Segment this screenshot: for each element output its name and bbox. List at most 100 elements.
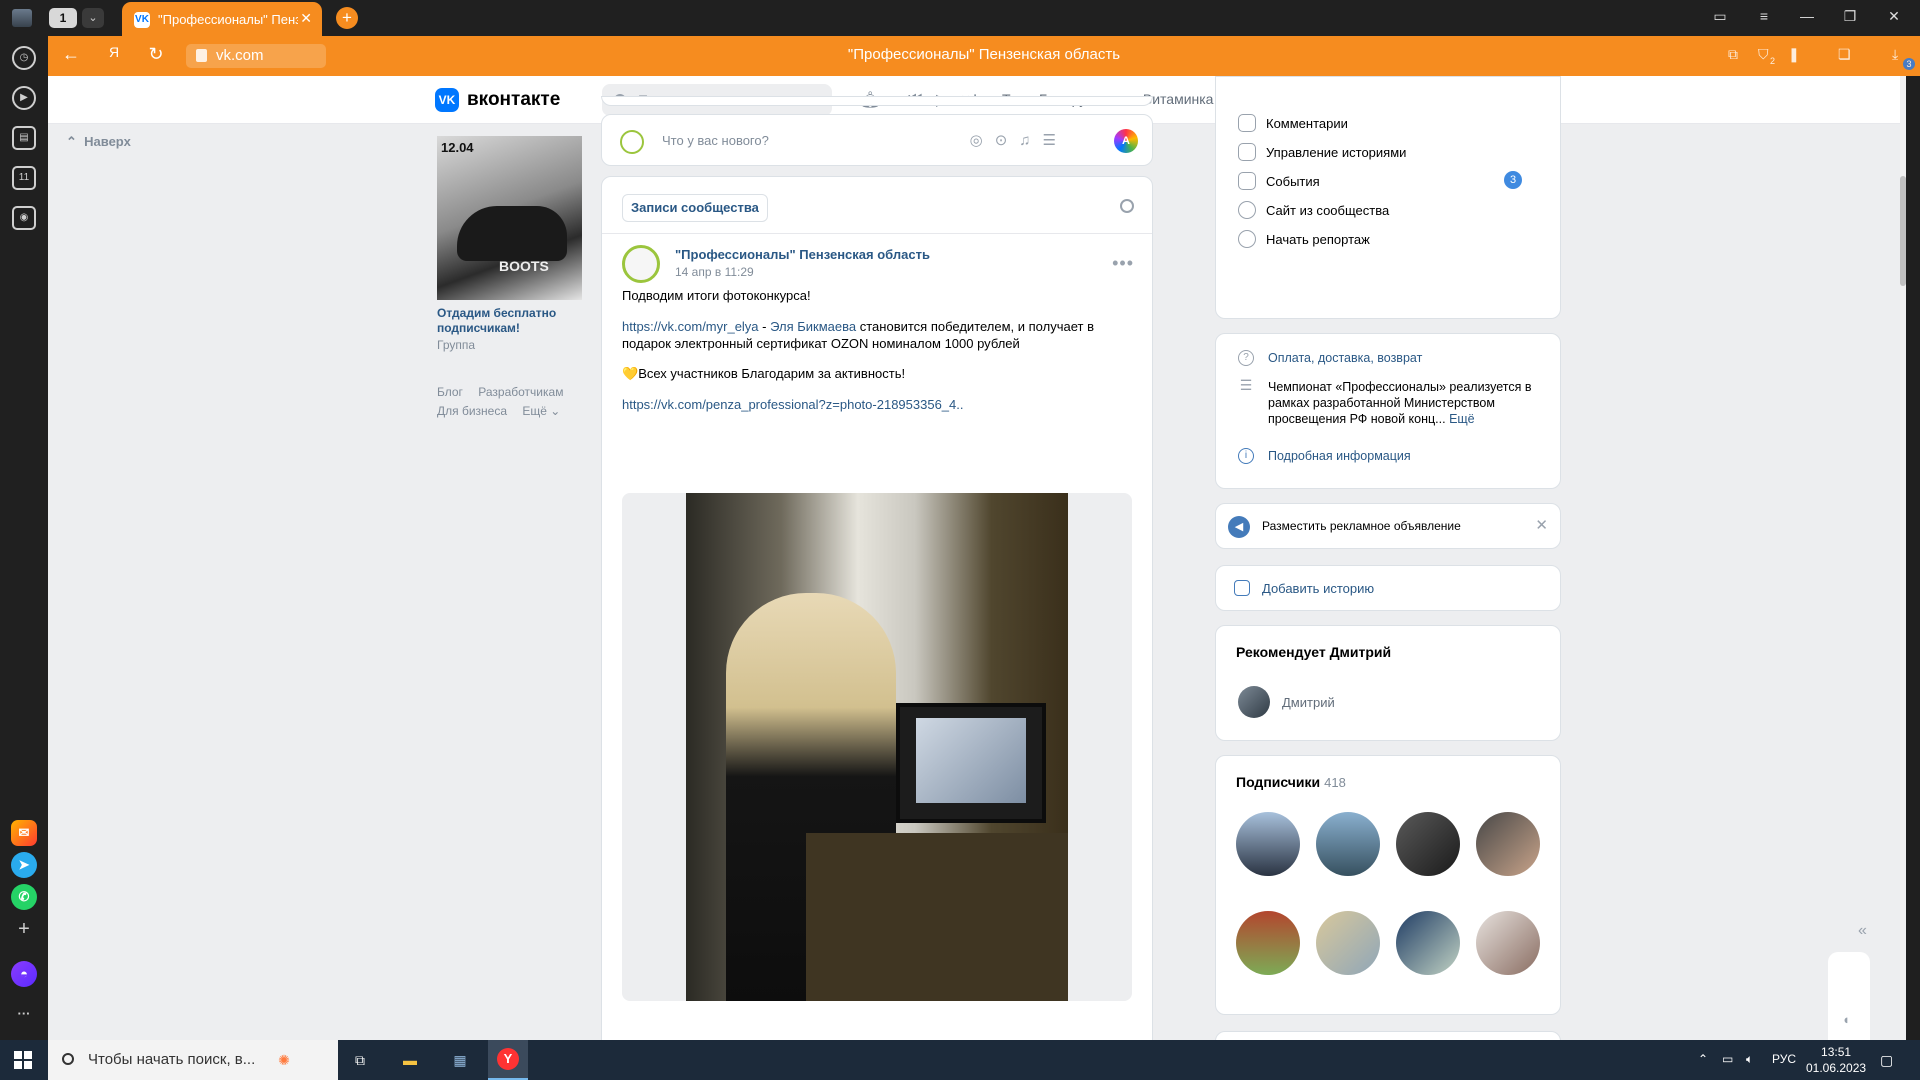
task-view-icon[interactable]: ⧉ xyxy=(348,1048,372,1072)
menu-icon[interactable]: ≡ xyxy=(1752,8,1776,24)
mail-app-icon[interactable]: ✉ xyxy=(11,820,37,846)
history-icon[interactable]: ◷ xyxy=(12,46,36,70)
create-ad-label[interactable]: Разместить рекламное объявление xyxy=(1262,519,1461,533)
translate-icon[interactable]: ⧉ xyxy=(1728,46,1738,63)
search-icon[interactable] xyxy=(1120,199,1134,213)
ad-image[interactable]: 12.04 BOOTS xyxy=(437,136,582,300)
video-icon[interactable]: ▶ xyxy=(12,86,36,110)
menu-item-comments[interactable]: Комментарии xyxy=(1238,113,1348,133)
heart-emoji-icon: 💛 xyxy=(622,366,639,381)
system-clock[interactable]: 13:51 01.06.2023 xyxy=(1806,1044,1866,1076)
floating-chat-panel[interactable]: ◖ xyxy=(1828,952,1870,1040)
reader-icon[interactable]: ❏ xyxy=(1838,46,1851,63)
tab-count-button[interactable]: 1 xyxy=(49,8,77,28)
notifications-icon[interactable]: ▢ xyxy=(1880,1052,1893,1069)
subscriber-avatar[interactable] xyxy=(1396,812,1460,876)
tray-chevron-icon[interactable]: ⌃ xyxy=(1698,1052,1708,1066)
page-scrollbar[interactable] xyxy=(1900,76,1906,1040)
more-options-icon[interactable]: ••• xyxy=(1112,253,1134,274)
menu-item-site[interactable]: Сайт из сообщества xyxy=(1238,200,1389,220)
volume-icon[interactable]: 🔈︎ xyxy=(1746,1052,1753,1067)
back-to-top-link[interactable]: ⌃ Наверх xyxy=(66,134,131,150)
footer-link-developers[interactable]: Разработчикам xyxy=(478,385,563,399)
subscriber-avatar[interactable] xyxy=(1476,911,1540,975)
bookmark-icon[interactable]: ❚ xyxy=(1788,46,1800,63)
subscribers-title[interactable]: Подписчики 418 xyxy=(1236,774,1346,790)
vk-logo-icon[interactable]: VK xyxy=(435,88,459,112)
footer-link-more[interactable]: Ещё ⌄ xyxy=(522,404,560,418)
composer-attach-icons[interactable]: ◎⊙♫☰ xyxy=(970,131,1068,149)
keyboard-language[interactable]: РУС xyxy=(1772,1052,1796,1066)
new-tab-button[interactable]: + xyxy=(336,7,358,29)
collections-icon[interactable]: ▤ xyxy=(12,126,36,150)
subscriber-avatar[interactable] xyxy=(1476,812,1540,876)
post-author-avatar[interactable] xyxy=(622,245,660,283)
vk-brand[interactable]: вконтакте xyxy=(467,89,560,111)
info-more-link[interactable]: Ещё xyxy=(1449,412,1475,426)
file-explorer-icon[interactable]: ▬ xyxy=(398,1048,422,1072)
composer-placeholder[interactable]: Что у вас нового? xyxy=(662,133,769,148)
alice-icon[interactable]: ◓ xyxy=(11,961,37,987)
footer-link-blog[interactable]: Блог xyxy=(437,385,463,399)
browser-menu-icon[interactable] xyxy=(12,9,32,27)
post-link-profile[interactable]: https://vk.com/myr_elya xyxy=(622,319,759,334)
calculator-icon[interactable]: ▦ xyxy=(448,1048,472,1072)
collapse-panel-icon[interactable]: « xyxy=(1858,922,1867,940)
add-app-icon[interactable]: + xyxy=(11,916,37,942)
post-photo[interactable] xyxy=(686,493,1068,1001)
more-icon[interactable]: ··· xyxy=(11,1001,37,1027)
bookmarks-icon[interactable]: ▭ xyxy=(1708,8,1732,25)
yandex-browser-taskbar-icon[interactable]: Y xyxy=(488,1040,528,1080)
add-story-button[interactable]: Добавить историю xyxy=(1215,565,1561,611)
close-tab-icon[interactable]: ✕ xyxy=(300,10,312,27)
subscriber-avatar[interactable] xyxy=(1316,911,1380,975)
post-link-winner[interactable]: Эля Бикмаева xyxy=(770,319,856,334)
footer-link-business[interactable]: Для бизнеса xyxy=(437,404,507,418)
menu-item-stories[interactable]: Управление историями xyxy=(1238,142,1406,162)
add-story-label[interactable]: Добавить историю xyxy=(1262,581,1374,596)
close-window-icon[interactable]: ✕ xyxy=(1882,8,1906,25)
minimize-icon[interactable]: — xyxy=(1795,8,1819,24)
create-ad-banner[interactable]: ◀ Разместить рекламное объявление ✕ xyxy=(1215,503,1561,549)
tab-community-posts[interactable]: Записи сообщества xyxy=(622,194,768,222)
chat-icon[interactable]: ◖ xyxy=(1842,1012,1850,1027)
menu-item-label: События xyxy=(1266,173,1320,189)
subscriber-avatar[interactable] xyxy=(1316,812,1380,876)
post-link-photo[interactable]: https://vk.com/penza_professional?z=phot… xyxy=(622,396,1132,413)
author-switch-icon[interactable]: A xyxy=(1114,129,1138,153)
info-payment-label[interactable]: Оплата, доставка, возврат xyxy=(1268,350,1422,366)
post-author[interactable]: "Профессионалы" Пензенская область xyxy=(675,247,930,262)
recommender-name[interactable]: Дмитрий xyxy=(1282,695,1335,710)
comment-icon xyxy=(1238,114,1256,132)
tab-title: "Профессионалы" Пензенская область xyxy=(158,12,298,27)
info-payment[interactable]: ? Оплата, доставка, возврат xyxy=(1238,350,1548,366)
subscriber-avatar[interactable] xyxy=(1236,812,1300,876)
subscriber-avatar[interactable] xyxy=(1236,911,1300,975)
chevron-down-icon[interactable]: ⌄ xyxy=(82,8,104,28)
coral-widget-icon[interactable]: ✺ xyxy=(272,1048,296,1072)
menu-item-events[interactable]: События xyxy=(1238,171,1320,191)
avatar[interactable] xyxy=(1238,686,1270,718)
whatsapp-icon[interactable]: ✆ xyxy=(11,884,37,910)
network-icon[interactable]: ▭ xyxy=(1722,1052,1733,1066)
screenshot-icon[interactable]: ◉ xyxy=(12,206,36,230)
scrollbar-thumb[interactable] xyxy=(1900,176,1906,286)
post-photo-frame[interactable] xyxy=(622,493,1132,1001)
protect-icon[interactable]: ⛉ xyxy=(1758,46,1769,63)
post-composer[interactable]: Что у вас нового? ◎⊙♫☰ A xyxy=(601,114,1153,166)
info-details-label[interactable]: Подробная информация xyxy=(1268,448,1411,464)
restore-icon[interactable]: ❐ xyxy=(1838,8,1862,25)
info-details[interactable]: i Подробная информация xyxy=(1238,448,1548,464)
post-line-3: Всех участников Благодарим за активность… xyxy=(638,366,906,381)
active-tab[interactable]: VK "Профессионалы" Пензенская область ✕ xyxy=(122,2,322,36)
close-icon[interactable]: ✕ xyxy=(1535,516,1548,534)
divider xyxy=(602,233,1152,234)
menu-item-broadcast[interactable]: Начать репортаж xyxy=(1238,229,1370,249)
download-icon[interactable]: ⤓ xyxy=(1892,46,1898,63)
telegram-icon[interactable]: ➤ xyxy=(11,852,37,878)
ad-title[interactable]: Отдадим бесплатно подписчикам! xyxy=(437,306,582,336)
windows-start-icon[interactable] xyxy=(14,1051,32,1069)
post-date[interactable]: 14 апр в 11:29 xyxy=(675,265,754,279)
subscriber-avatar[interactable] xyxy=(1396,911,1460,975)
calendar-icon[interactable]: 11 xyxy=(12,166,36,190)
